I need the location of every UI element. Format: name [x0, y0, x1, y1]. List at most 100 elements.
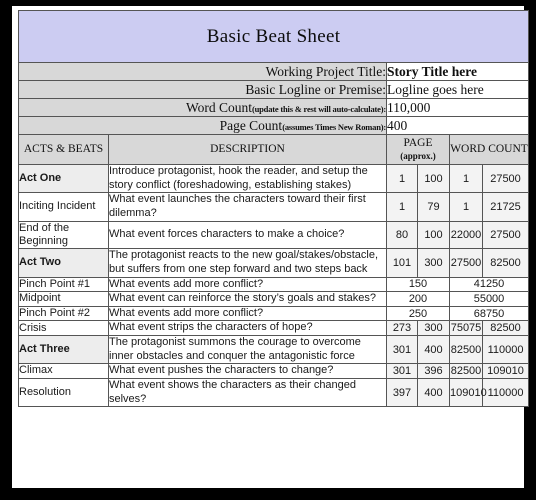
label-note-page-count: (assumes Times New Roman):	[282, 121, 386, 132]
label-working-project-title: Working Project Title:	[18, 62, 387, 81]
table-row: Act Three The protagonist summons the cou…	[18, 335, 530, 365]
word-count-end-cell: 82500	[481, 320, 530, 337]
beat-description-cell[interactable]: What event can reinforce the story’s goa…	[108, 291, 387, 307]
beat-description-cell[interactable]: Introduce protagonist, hook the reader, …	[108, 163, 387, 194]
beat-name-cell: Resolution	[18, 377, 109, 408]
table-row: Resolution What event shows the character…	[18, 377, 530, 408]
word-count-start-cell: 22000	[449, 220, 483, 250]
page-range-cell: 200	[386, 291, 450, 307]
document-title: Basic Beat Sheet	[17, 10, 530, 63]
beat-description-cell[interactable]: What event shows the characters as their…	[108, 377, 387, 408]
beat-sheet-table: Basic Beat Sheet Working Project Title: …	[17, 10, 530, 408]
word-count-end-cell: 21725	[481, 192, 530, 222]
form-row-page-count: Page Count(assumes Times New Roman): 400	[18, 116, 530, 135]
beat-description-cell[interactable]: The protagonist summons the courage to o…	[108, 335, 387, 365]
page-end-cell: 100	[417, 163, 450, 194]
page-range-cell: 250	[386, 305, 450, 322]
word-count-end-cell: 82500	[481, 248, 530, 278]
beat-name-cell: Midpoint	[18, 291, 109, 307]
beat-sheet-document: Basic Beat Sheet Working Project Title: …	[12, 6, 530, 488]
beat-description-cell[interactable]: The protagonist reacts to the new goal/s…	[108, 248, 387, 278]
beat-name-cell: Act Two	[18, 248, 109, 278]
label-text: Page Count	[219, 117, 283, 133]
column-header-word-count: WORD COUNT	[448, 134, 530, 165]
word-count-range-cell: 55000	[448, 291, 530, 307]
page-start-cell: 397	[386, 377, 418, 408]
beat-description-cell[interactable]: What event strips the characters of hope…	[108, 320, 387, 337]
title-row: Basic Beat Sheet	[17, 10, 530, 63]
label-basic-logline: Basic Logline or Premise:	[18, 80, 387, 99]
column-header-page-sub: (approx.)	[400, 150, 436, 161]
page-start-cell: 301	[386, 363, 418, 379]
column-header-description: DESCRIPTION	[108, 134, 387, 165]
word-count-start-cell: 82500	[449, 335, 483, 365]
table-row: Climax What event pushes the characters t…	[18, 363, 530, 379]
page-end-cell: 79	[417, 192, 450, 222]
page-start-cell: 1	[386, 163, 418, 194]
beat-name-cell: Inciting Incident	[18, 192, 109, 222]
word-count-start-cell: 75075	[449, 320, 483, 337]
screenshot-root: Basic Beat Sheet Working Project Title: …	[0, 0, 536, 500]
column-header-acts-beats: ACTS & BEATS	[18, 134, 109, 165]
word-count-end-cell: 109010	[481, 363, 530, 379]
page-start-cell: 101	[386, 248, 418, 278]
word-count-range-cell: 68750	[448, 305, 530, 322]
table-row: Pinch Point #2 What events add more confl…	[18, 305, 530, 322]
beat-name-cell: Pinch Point #2	[18, 305, 109, 322]
word-count-end-cell: 27500	[481, 220, 530, 250]
form-row-project-title: Working Project Title: Story Title here	[18, 62, 530, 81]
word-count-start-cell: 109010	[449, 377, 487, 408]
page-start-cell: 301	[386, 335, 418, 365]
label-word-count: Word Count(update this & rest will auto-…	[18, 98, 387, 117]
page-end-cell: 100	[417, 220, 450, 250]
label-text: Working Project Title:	[265, 63, 386, 79]
value-word-count[interactable]: 110,000	[385, 98, 530, 117]
page-end-cell: 400	[417, 335, 450, 365]
form-row-word-count: Word Count(update this & rest will auto-…	[18, 98, 530, 117]
page-start-cell: 273	[386, 320, 418, 337]
table-row: Pinch Point #1 What events add more confl…	[18, 276, 530, 293]
word-count-end-cell: 110000	[481, 335, 530, 365]
page-start-cell: 80	[386, 220, 418, 250]
beat-description-cell[interactable]: What events add more conflict?	[108, 276, 387, 293]
beat-description-cell[interactable]: What event launches the characters towar…	[108, 192, 387, 222]
table-row: Crisis What event strips the characters o…	[18, 320, 530, 337]
beat-name-cell: Crisis	[18, 320, 109, 337]
page-start-cell: 1	[386, 192, 418, 222]
word-count-end-cell: 27500	[481, 163, 530, 194]
beat-name-cell: Act Three	[18, 335, 109, 365]
beat-name-cell: Pinch Point #1	[18, 276, 109, 293]
word-count-start-cell: 82500	[449, 363, 483, 379]
label-page-count: Page Count(assumes Times New Roman):	[18, 116, 387, 135]
word-count-range-cell: 41250	[448, 276, 530, 293]
table-row: Act Two The protagonist reacts to the new…	[18, 248, 530, 278]
table-row: Midpoint What event can reinforce the sto…	[18, 291, 530, 307]
beat-description-cell[interactable]: What event pushes the characters to chan…	[108, 363, 387, 379]
table-row: Act One Introduce protagonist, hook the r…	[18, 163, 530, 194]
word-count-start-cell: 1	[449, 192, 483, 222]
table-row: Inciting Incident What event launches the…	[18, 192, 530, 222]
word-count-start-cell: 27500	[449, 248, 483, 278]
word-count-end-cell: 110000	[481, 377, 530, 408]
beat-description-cell[interactable]: What events add more conflict?	[108, 305, 387, 322]
page-end-cell: 400	[417, 377, 450, 408]
value-working-project-title[interactable]: Story Title here	[385, 62, 530, 81]
beat-rows-body: Act One Introduce protagonist, hook the r…	[18, 163, 530, 408]
word-count-start-cell: 1	[449, 163, 483, 194]
beat-name-cell: Climax	[18, 363, 109, 379]
page-end-cell: 300	[417, 248, 450, 278]
column-header-page-main: PAGE	[403, 137, 433, 150]
label-text: Word Count	[185, 99, 252, 115]
label-note-word-count: (update this & rest will auto-calculate)…	[251, 103, 386, 114]
beat-description-cell[interactable]: What event forces characters to make a c…	[108, 220, 387, 250]
form-row-logline: Basic Logline or Premise: Logline goes h…	[18, 80, 530, 99]
value-basic-logline[interactable]: Logline goes here	[385, 80, 530, 99]
label-text: Basic Logline or Premise:	[245, 81, 386, 97]
table-header-row: ACTS & BEATS DESCRIPTION PAGE (approx.) W…	[18, 134, 530, 165]
table-row: End of the Beginning What event forces ch…	[18, 220, 530, 250]
page-end-cell: 300	[417, 320, 450, 337]
beat-name-cell: Act One	[18, 163, 109, 194]
column-header-page: PAGE (approx.)	[386, 134, 450, 165]
page-end-cell: 396	[417, 363, 450, 379]
value-page-count[interactable]: 400	[385, 116, 530, 135]
